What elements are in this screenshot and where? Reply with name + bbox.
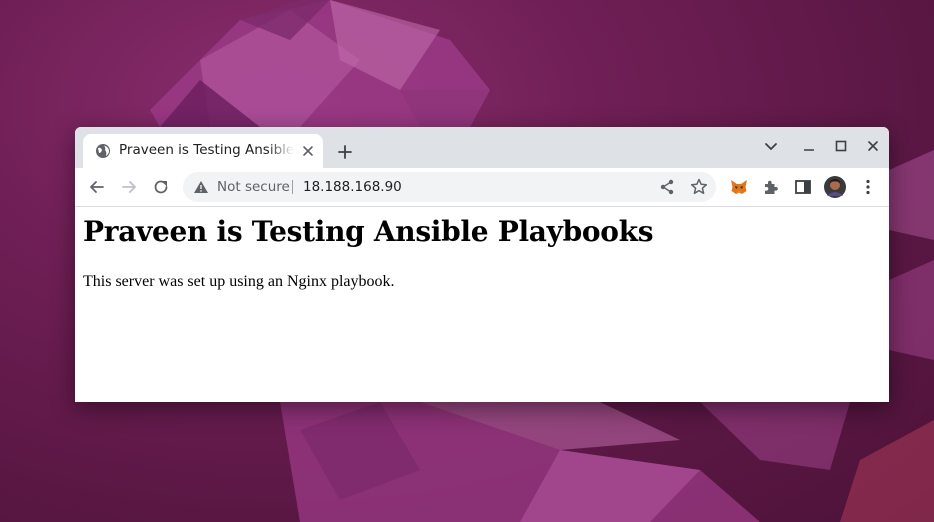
active-tab[interactable]: Praveen is Testing Ansible Playbooks xyxy=(83,134,323,168)
plus-icon[interactable] xyxy=(334,141,356,163)
globe-icon xyxy=(96,144,110,158)
minimize-icon[interactable] xyxy=(800,137,818,155)
chevron-down-icon[interactable] xyxy=(762,137,780,155)
puzzle-icon[interactable] xyxy=(761,177,781,197)
url-text[interactable]: 18.188.168.90 xyxy=(303,179,402,195)
browser-window: Praveen is Testing Ansible Playbooks xyxy=(75,127,889,402)
tab-title: Praveen is Testing Ansible Playbooks xyxy=(119,142,294,158)
maximize-icon[interactable] xyxy=(832,137,850,155)
page-content: Praveen is Testing Ansible Playbooks Thi… xyxy=(75,207,889,402)
reload-icon[interactable] xyxy=(151,177,171,197)
page-heading: Praveen is Testing Ansible Playbooks xyxy=(83,215,654,248)
window-close-icon[interactable] xyxy=(864,137,882,155)
warning-icon[interactable] xyxy=(193,180,209,194)
omnibox-divider xyxy=(292,180,293,194)
forward-arrow-icon[interactable] xyxy=(119,177,139,197)
browser-toolbar: Not secure 18.188.168.90 xyxy=(75,168,889,207)
avatar[interactable] xyxy=(824,176,846,198)
tab-strip: Praveen is Testing Ansible Playbooks xyxy=(75,127,889,168)
kebab-menu-icon[interactable] xyxy=(858,177,878,197)
star-icon[interactable] xyxy=(689,177,709,197)
security-status-label[interactable]: Not secure xyxy=(217,179,290,195)
share-icon[interactable] xyxy=(657,177,677,197)
close-icon[interactable] xyxy=(301,144,315,158)
page-body-text: This server was set up using an Nginx pl… xyxy=(83,273,395,290)
side-panel-icon[interactable] xyxy=(793,177,813,197)
address-bar[interactable]: Not secure 18.188.168.90 xyxy=(183,172,716,202)
metamask-fox-icon[interactable] xyxy=(729,177,749,197)
back-arrow-icon[interactable] xyxy=(87,177,107,197)
